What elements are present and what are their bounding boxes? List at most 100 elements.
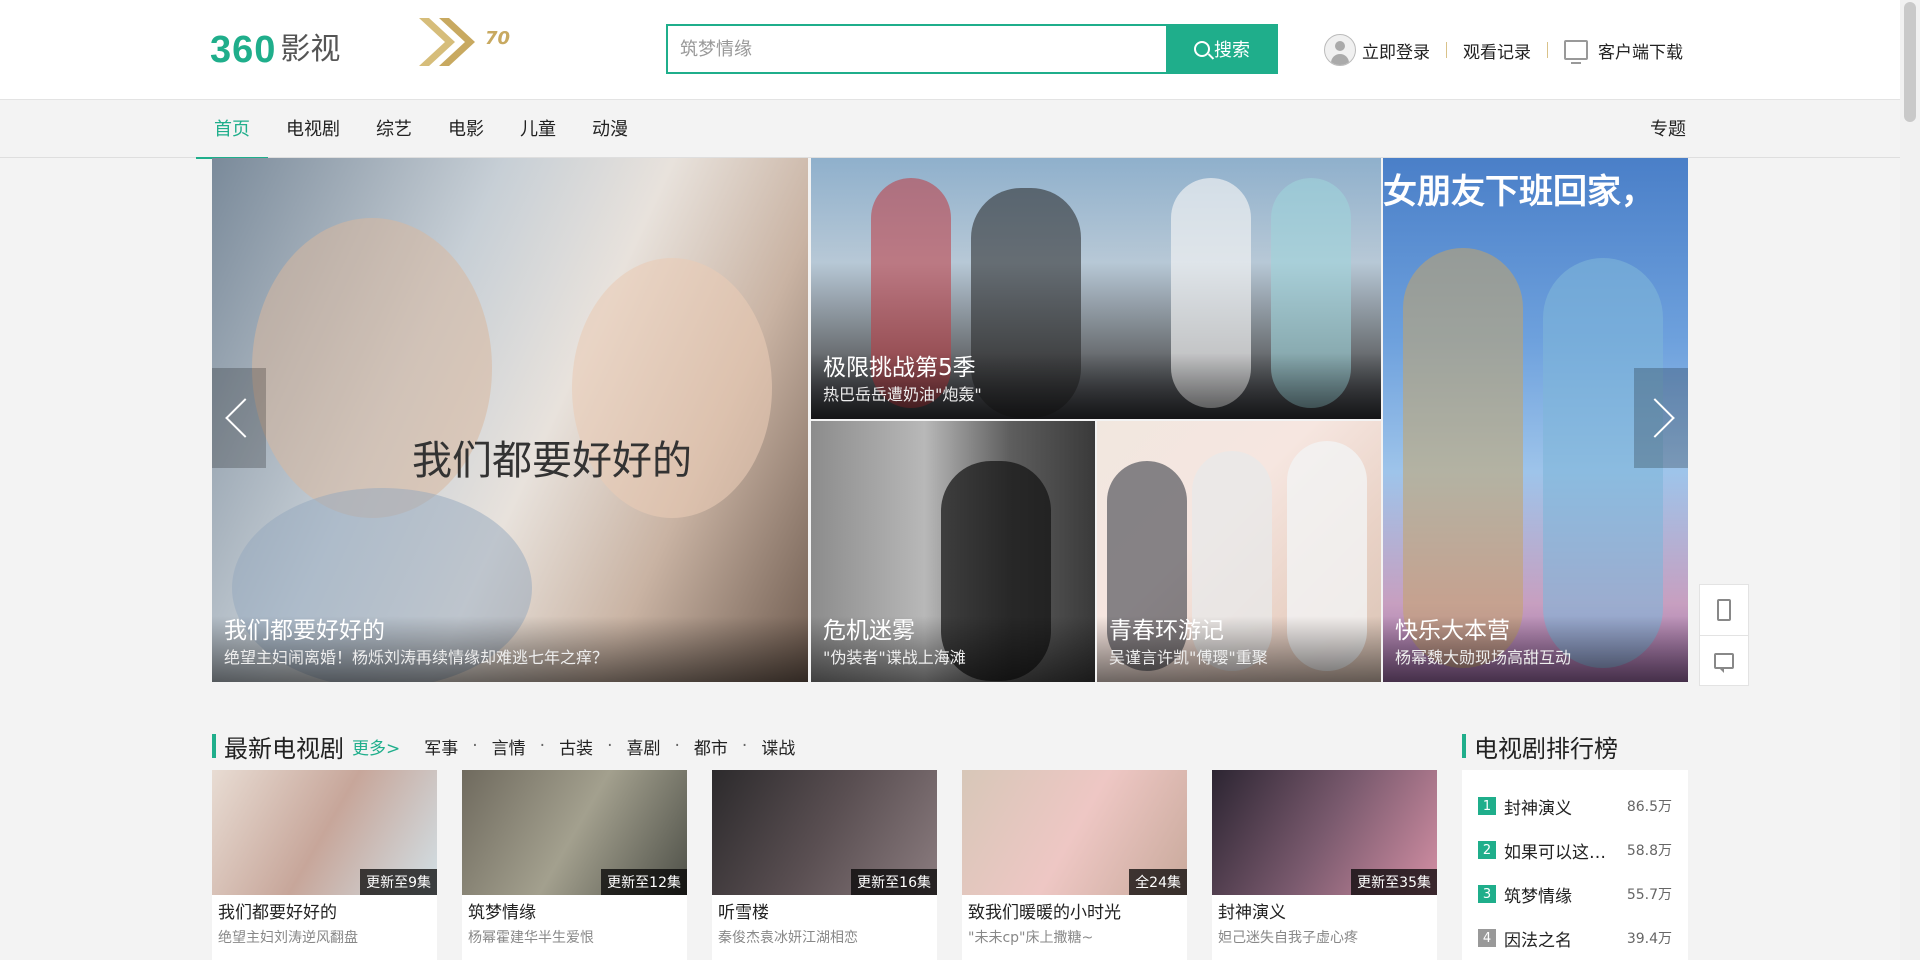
- search-button-label: 搜索: [1214, 40, 1250, 61]
- latest-tv-list: 更新至9集 我们都要好好的 绝望主妇刘涛逆风翻盘 更新至12集 筑梦情缘 杨幂霍…: [212, 770, 1437, 960]
- feedback-button[interactable]: [1700, 635, 1748, 685]
- download-link[interactable]: 客户端下载: [1598, 38, 1683, 63]
- search-button[interactable]: 搜索: [1166, 24, 1278, 74]
- history-link[interactable]: 观看记录: [1463, 38, 1531, 63]
- ranking-header: 电视剧排行榜: [1462, 728, 1618, 764]
- nav-tv[interactable]: 电视剧: [268, 101, 358, 158]
- tv-card-thumbnail: 更新至12集: [462, 770, 687, 895]
- tv-card-title: 听雪楼: [718, 903, 769, 923]
- hero-right-title: 快乐大本营: [1395, 618, 1510, 644]
- tag-costume[interactable]: 古装: [559, 734, 593, 759]
- nav-anime[interactable]: 动漫: [574, 101, 646, 158]
- user-bar: 立即登录 观看记录 客户端下载: [1324, 34, 1683, 66]
- tv-card[interactable]: 更新至16集 听雪楼 秦俊杰袁冰妍江湖相恋: [712, 770, 937, 960]
- phone-icon: [1717, 599, 1731, 621]
- ranking-title: 电视剧排行榜: [1474, 734, 1618, 763]
- tag-separator: ·: [741, 736, 748, 756]
- latest-tv-header: 最新电视剧 更多> 军事 · 言情 · 古装 · 喜剧 · 都市 · 谍战: [212, 728, 795, 764]
- rank-number: 3: [1478, 885, 1496, 903]
- episode-badge: 更新至9集: [360, 869, 437, 895]
- tv-card-subtitle: 杨幂霍建华半生爱恨: [468, 930, 594, 946]
- side-toolbar: [1699, 584, 1749, 686]
- hero-top-tile[interactable]: 极限挑战第5季 热巴岳岳遭奶油"炮轰": [811, 158, 1381, 419]
- tag-spy[interactable]: 谍战: [761, 734, 795, 759]
- ranking-list: 1 封神演义 86.5万 2 如果可以这… 58.8万 3 筑梦情缘 55.7万…: [1462, 770, 1688, 960]
- ranking-item[interactable]: 1 封神演义 86.5万: [1462, 784, 1688, 828]
- episode-badge: 更新至16集: [851, 869, 937, 895]
- tv-card[interactable]: 更新至9集 我们都要好好的 绝望主妇刘涛逆风翻盘: [212, 770, 437, 960]
- site-logo[interactable]: 360 影视: [210, 28, 340, 72]
- hero-main-subtitle: 绝望主妇闹离婚！杨烁刘涛再续情缘却难逃七年之痒？: [224, 648, 609, 667]
- rank-number: 4: [1478, 929, 1496, 947]
- tv-card-subtitle: 秦俊杰袁冰妍江湖相恋: [718, 930, 858, 946]
- tv-card-thumbnail: 全24集: [962, 770, 1187, 895]
- genre-tags: 军事 · 言情 · 古装 · 喜剧 · 都市 · 谍战: [424, 734, 795, 759]
- hero-bottom-left-caption: 危机迷雾 "伪装者"谍战上海滩: [811, 616, 1095, 682]
- hero-main-overlay-text: 我们都要好好的: [412, 438, 692, 484]
- rank-value: 39.4万: [1626, 931, 1672, 947]
- anniversary-chevron-icon: [419, 18, 475, 66]
- nav-home[interactable]: 首页: [196, 101, 268, 159]
- search-input[interactable]: [668, 26, 1166, 72]
- tag-urban[interactable]: 都市: [694, 734, 728, 759]
- monitor-icon: [1564, 40, 1588, 64]
- tv-card-title: 致我们暖暖的小时光: [968, 903, 1121, 923]
- hero-bottom-left-subtitle: "伪装者"谍战上海滩: [823, 648, 966, 667]
- logo-number: 360: [210, 29, 277, 71]
- ranking-item[interactable]: 4 因法之名 39.4万: [1462, 916, 1688, 960]
- carousel-next-button[interactable]: [1634, 368, 1688, 468]
- nav-special[interactable]: 专题: [1650, 101, 1686, 158]
- rank-number: 1: [1478, 797, 1496, 815]
- ranking-item[interactable]: 2 如果可以这… 58.8万: [1462, 828, 1688, 872]
- tv-card-thumbnail: 更新至16集: [712, 770, 937, 895]
- hero-main-title: 我们都要好好的: [224, 618, 385, 644]
- episode-badge: 全24集: [1129, 869, 1187, 895]
- hero-bottom-left-tile[interactable]: 危机迷雾 "伪装者"谍战上海滩: [811, 421, 1095, 682]
- rank-value: 58.8万: [1626, 843, 1672, 859]
- rank-name: 因法之名: [1504, 930, 1572, 951]
- tv-card-title: 封神演义: [1218, 903, 1286, 923]
- tv-card[interactable]: 更新至35集 封神演义 妲己迷失自我子虚心疼: [1212, 770, 1437, 960]
- hero-bottom-mid-tile[interactable]: 青春环游记 吴谨言许凯"傅璎"重聚: [1097, 421, 1381, 682]
- hero-top-title: 极限挑战第5季: [823, 355, 976, 381]
- rank-name: 封神演义: [1504, 798, 1572, 819]
- carousel-prev-button[interactable]: [212, 368, 266, 468]
- scrollbar-thumb[interactable]: [1904, 2, 1916, 122]
- tv-card[interactable]: 更新至12集 筑梦情缘 杨幂霍建华半生爱恨: [462, 770, 687, 960]
- episode-badge: 更新至12集: [601, 869, 687, 895]
- divider: [1547, 42, 1548, 58]
- search-icon: [1194, 41, 1210, 57]
- episode-badge: 更新至35集: [1351, 869, 1437, 895]
- hero-right-subtitle: 杨幂魏大勋现场高甜互动: [1395, 648, 1572, 667]
- hero-main-tile[interactable]: 我们都要好好的 我们都要好好的 绝望主妇闹离婚！杨烁刘涛再续情缘却难逃七年之痒？: [212, 158, 808, 682]
- hero-right-caption: 快乐大本营 杨幂魏大勋现场高甜互动: [1383, 616, 1688, 682]
- tag-separator: ·: [607, 736, 613, 756]
- nav-kids[interactable]: 儿童: [502, 101, 574, 158]
- ranking-item[interactable]: 3 筑梦情缘 55.7万: [1462, 872, 1688, 916]
- hero-banner: 我们都要好好的 我们都要好好的 绝望主妇闹离婚！杨烁刘涛再续情缘却难逃七年之痒？…: [212, 158, 1688, 682]
- tv-card-thumbnail: 更新至35集: [1212, 770, 1437, 895]
- login-link[interactable]: 立即登录: [1362, 38, 1430, 63]
- chevron-right-icon: [1635, 398, 1675, 438]
- top-header: 360 影视 70 搜索 立即登录 观看记录 客户端下载: [0, 0, 1900, 100]
- tag-military[interactable]: 军事: [424, 734, 458, 759]
- mobile-app-button[interactable]: [1700, 585, 1748, 635]
- rank-name: 如果可以这…: [1504, 842, 1606, 863]
- nav-movie[interactable]: 电影: [430, 101, 502, 158]
- tv-card-thumbnail: 更新至9集: [212, 770, 437, 895]
- tv-card-subtitle: 绝望主妇刘涛逆风翻盘: [218, 930, 358, 946]
- latest-tv-more-link[interactable]: 更多>: [352, 734, 400, 759]
- nav-variety[interactable]: 综艺: [358, 101, 430, 158]
- hero-top-caption: 极限挑战第5季 热巴岳岳遭奶油"炮轰": [811, 353, 1381, 419]
- search-box: 搜索: [666, 24, 1278, 74]
- feedback-icon: [1714, 652, 1734, 673]
- anniversary-badge: 70: [415, 12, 525, 86]
- avatar-icon[interactable]: [1324, 34, 1356, 66]
- hero-main-caption: 我们都要好好的 绝望主妇闹离婚！杨烁刘涛再续情缘却难逃七年之痒？: [212, 616, 808, 682]
- latest-tv-title: 最新电视剧: [224, 734, 344, 763]
- tag-romance[interactable]: 言情: [492, 734, 526, 759]
- page-scrollbar[interactable]: [1900, 0, 1920, 960]
- tv-card[interactable]: 全24集 致我们暖暖的小时光 "未未cp"床上撒糖~: [962, 770, 1187, 960]
- tv-card-title: 我们都要好好的: [218, 903, 337, 923]
- tag-comedy[interactable]: 喜剧: [626, 734, 660, 759]
